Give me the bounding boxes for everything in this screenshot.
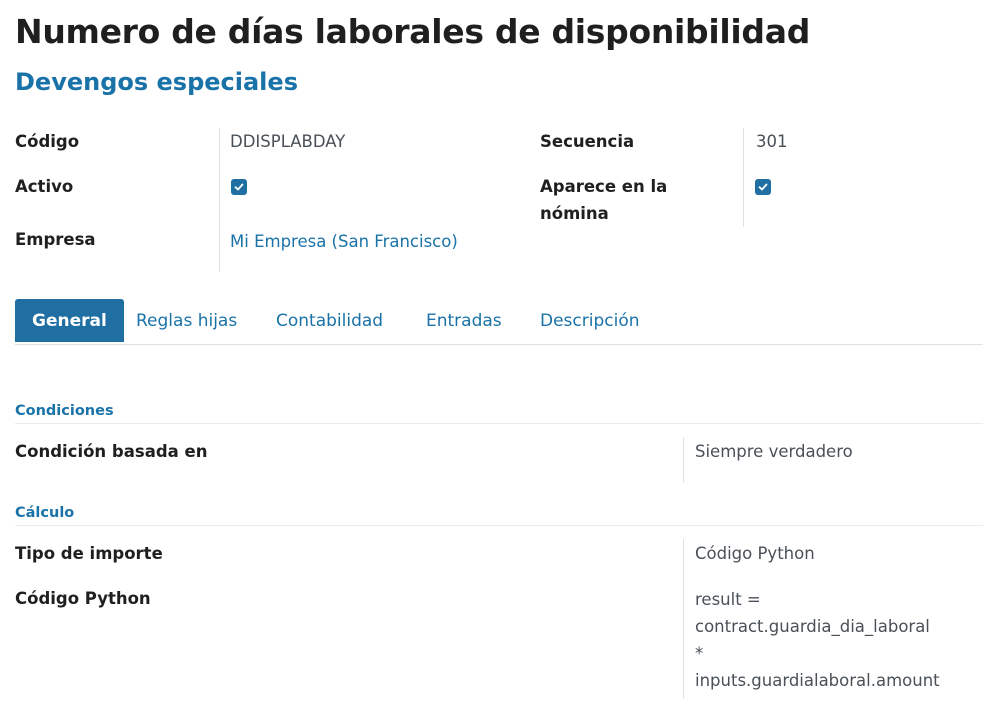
checkmark-icon (234, 183, 244, 191)
codigo-label: Código (15, 132, 80, 151)
codigo-python-label: Código Python (15, 589, 151, 608)
activo-checkbox[interactable] (231, 179, 247, 195)
tipo-importe-label: Tipo de importe (15, 544, 163, 563)
condicion-value[interactable]: Siempre verdadero (695, 438, 853, 465)
aparece-label-line1: Aparece en la (540, 177, 668, 196)
record-title: Numero de días laborales de disponibilid… (15, 12, 811, 51)
code-line: inputs.guardialaboral.amount (695, 671, 940, 690)
calculo-divider (683, 539, 684, 699)
aparece-label-line2: nómina (540, 204, 609, 223)
tab-general[interactable]: General (15, 299, 124, 342)
code-line: * (695, 644, 704, 663)
condicion-label: Condición basada en (15, 442, 208, 461)
aparece-checkbox[interactable] (755, 179, 771, 195)
code-line: contract.guardia_dia_laboral (695, 617, 930, 636)
left-group-divider (219, 128, 220, 272)
tipo-importe-value[interactable]: Código Python (695, 540, 815, 567)
codigo-value[interactable]: DDISPLABDAY (230, 128, 345, 155)
secuencia-label: Secuencia (540, 132, 635, 151)
activo-label: Activo (15, 177, 74, 196)
empresa-link[interactable]: Mi Empresa (San Francisco) (230, 228, 458, 255)
tab-entradas[interactable]: Entradas (426, 299, 502, 342)
section-condiciones: Condiciones (15, 403, 983, 424)
tab-contabilidad[interactable]: Contabilidad (276, 299, 383, 342)
tab-reglas-hijas[interactable]: Reglas hijas (136, 299, 237, 342)
codigo-python-value[interactable]: result = contract.guardia_dia_laboral * … (695, 586, 975, 694)
notebook-tabs: General Reglas hijas Contabilidad Entrad… (15, 299, 983, 345)
section-calculo: Cálculo (15, 505, 983, 526)
condicion-divider (683, 437, 684, 483)
checkmark-icon (758, 183, 768, 191)
aparece-label: Aparece en la nómina (540, 173, 667, 227)
tab-descripcion[interactable]: Descripción (540, 299, 640, 342)
record-category: Devengos especiales (15, 68, 298, 96)
code-line: result = (695, 590, 761, 609)
right-group-divider (743, 128, 744, 227)
secuencia-value[interactable]: 301 (756, 128, 788, 155)
empresa-label: Empresa (15, 230, 96, 249)
